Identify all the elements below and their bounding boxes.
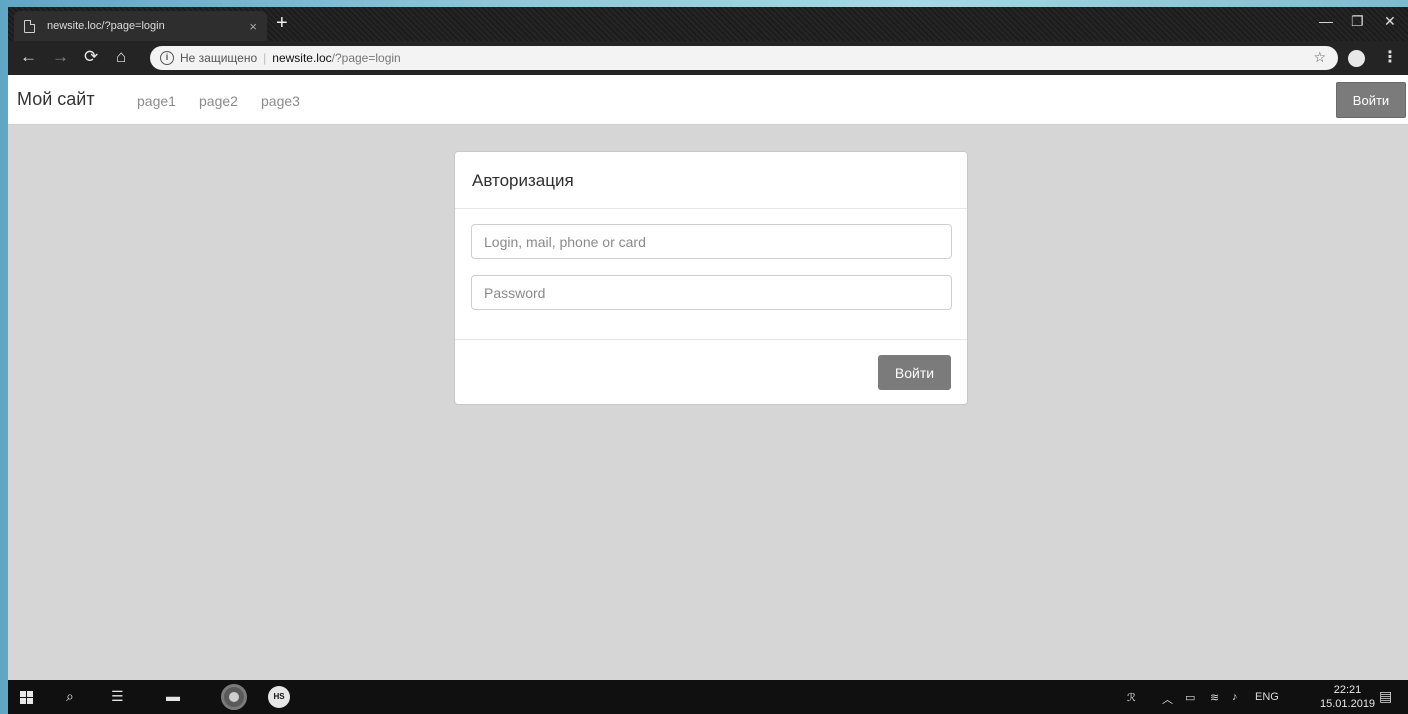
tab-title: newsite.loc/?page=login	[47, 20, 165, 32]
minimize-icon[interactable]: —	[1319, 13, 1333, 29]
browser-tab[interactable]: newsite.loc/?page=login ×	[14, 11, 267, 41]
security-label: Не защищено	[180, 51, 258, 65]
language-indicator[interactable]: ENG	[1255, 691, 1279, 703]
hs-app-icon[interactable]: HS	[268, 686, 290, 708]
chevron-up-icon[interactable]: ︿	[1162, 691, 1173, 707]
login-input[interactable]	[471, 224, 952, 259]
tab-strip: newsite.loc/?page=login × + — ❐ ✕	[8, 7, 1408, 41]
task-view-icon[interactable]: ☰	[111, 688, 124, 705]
bookmark-star-icon[interactable]: ☆	[1313, 49, 1326, 66]
close-tab-icon[interactable]: ×	[249, 19, 257, 34]
volume-icon[interactable]: ♪	[1232, 691, 1238, 703]
restore-icon[interactable]: ❐	[1351, 13, 1364, 30]
chrome-taskbar-icon[interactable]	[221, 684, 247, 710]
close-window-icon[interactable]: ✕	[1384, 13, 1396, 30]
browser-window: newsite.loc/?page=login × + — ❐ ✕ ← → ⟳ …	[8, 7, 1408, 687]
site-navbar: Мой сайт page1 page2 page3 Войти	[8, 75, 1408, 125]
notifications-icon[interactable]: ▤	[1379, 688, 1392, 705]
url-host: newsite.loc	[272, 51, 332, 65]
people-icon[interactable]: ℛ	[1127, 691, 1136, 704]
system-clock[interactable]: 22:21 15.01.2019	[1320, 683, 1375, 711]
password-input[interactable]	[471, 275, 952, 310]
clock-date: 15.01.2019	[1320, 698, 1376, 710]
info-icon[interactable]: i	[160, 51, 174, 65]
login-card: Авторизация Войти	[454, 151, 968, 405]
nav-link-page3[interactable]: page3	[261, 93, 300, 109]
taskbar: ⌕ ☰ ▬ HS ℛ ︿ ▭ ≋ ♪ ENG 22:21 15.01.2019 …	[8, 680, 1408, 714]
forward-arrow-icon[interactable]: →	[52, 47, 69, 67]
windows-start-icon[interactable]	[20, 691, 33, 704]
browser-toolbar: ← → ⟳ ⌂ i Не защищено | newsite.loc /?pa…	[8, 41, 1408, 75]
menu-kebab-icon[interactable]: ⋮	[1382, 47, 1398, 67]
url-path: /?page=login	[331, 51, 401, 65]
clock-time: 22:21	[1333, 684, 1362, 696]
nav-link-page2[interactable]: page2	[199, 93, 238, 109]
address-bar[interactable]: i Не защищено | newsite.loc /?page=login…	[150, 46, 1338, 70]
site-brand[interactable]: Мой сайт	[17, 89, 95, 110]
submit-login-button[interactable]: Войти	[878, 355, 951, 390]
wifi-icon[interactable]: ≋	[1210, 691, 1219, 704]
navbar-login-button[interactable]: Войти	[1336, 82, 1406, 118]
battery-icon[interactable]: ▭	[1185, 691, 1195, 704]
card-divider	[455, 339, 967, 340]
profile-avatar[interactable]	[1348, 50, 1365, 67]
card-title: Авторизация	[455, 152, 967, 209]
new-tab-button[interactable]: +	[276, 13, 288, 33]
search-icon[interactable]: ⌕	[66, 688, 74, 705]
file-explorer-icon[interactable]: ▬	[166, 688, 180, 704]
reload-icon[interactable]: ⟳	[84, 47, 98, 67]
address-separator: |	[263, 51, 267, 65]
back-arrow-icon[interactable]: ←	[20, 47, 37, 67]
page-content: Мой сайт page1 page2 page3 Войти Авториз…	[8, 75, 1408, 681]
nav-link-page1[interactable]: page1	[137, 93, 176, 109]
home-icon[interactable]: ⌂	[116, 47, 126, 67]
page-icon	[24, 19, 35, 33]
